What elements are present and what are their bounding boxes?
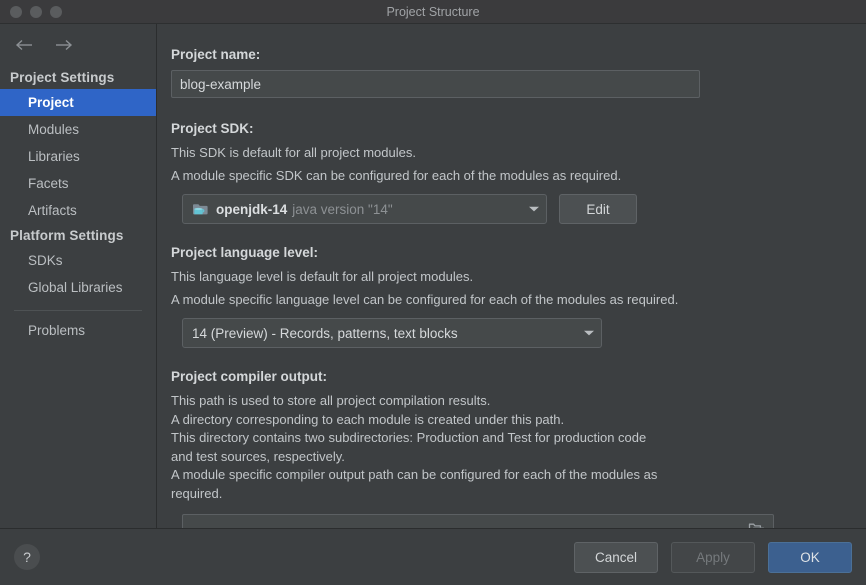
settings-sidebar: Project Settings Project Modules Librari… xyxy=(0,24,157,528)
compiler-output-desc-2: A directory corresponding to each module… xyxy=(171,411,771,430)
open-folder-icon[interactable] xyxy=(748,521,765,528)
compiler-output-input[interactable] xyxy=(182,514,774,528)
sidebar-item-libraries[interactable]: Libraries xyxy=(0,143,156,170)
project-sdk-desc-2: A module specific SDK can be configured … xyxy=(171,167,771,186)
apply-button[interactable]: Apply xyxy=(671,542,755,573)
compiler-output-desc-1: This path is used to store all project c… xyxy=(171,392,771,411)
back-arrow-icon[interactable] xyxy=(14,34,36,56)
sidebar-item-project[interactable]: Project xyxy=(0,89,156,116)
language-level-desc-2: A module specific language level can be … xyxy=(171,291,771,310)
minimize-button[interactable] xyxy=(30,6,42,18)
project-sdk-desc-1: This SDK is default for all project modu… xyxy=(171,144,771,163)
sidebar-item-modules[interactable]: Modules xyxy=(0,116,156,143)
language-level-dropdown[interactable]: 14 (Preview) - Records, patterns, text b… xyxy=(182,318,602,348)
chevron-down-icon[interactable] xyxy=(573,329,595,337)
project-sdk-version: java version "14" xyxy=(292,202,392,217)
window-controls xyxy=(0,6,62,18)
maximize-button[interactable] xyxy=(50,6,62,18)
project-structure-dialog: Project Structure Project xyxy=(0,0,866,585)
navigation-buttons xyxy=(0,28,156,66)
project-sdk-dropdown[interactable]: openjdk-14 java version "14" xyxy=(182,194,547,224)
sidebar-item-problems[interactable]: Problems xyxy=(0,317,156,344)
dialog-body: Project Settings Project Modules Librari… xyxy=(0,24,866,528)
language-level-label: Project language level: xyxy=(171,244,866,262)
project-sdk-name: openjdk-14 xyxy=(216,202,287,217)
sidebar-item-artifacts[interactable]: Artifacts xyxy=(0,197,156,224)
sidebar-group-platform-settings: Platform Settings xyxy=(0,224,156,247)
edit-sdk-button[interactable]: Edit xyxy=(559,194,637,224)
language-level-row: 14 (Preview) - Records, patterns, text b… xyxy=(182,318,866,348)
jdk-folder-icon xyxy=(192,202,209,217)
project-sdk-row: openjdk-14 java version "14" Edit xyxy=(182,194,866,224)
cancel-button[interactable]: Cancel xyxy=(574,542,658,573)
sidebar-item-sdks[interactable]: SDKs xyxy=(0,247,156,274)
compiler-output-desc-4: and test sources, respectively. xyxy=(171,448,771,467)
window-title: Project Structure xyxy=(0,5,866,19)
compiler-output-desc-6: required. xyxy=(171,485,771,504)
compiler-output-label: Project compiler output: xyxy=(171,368,866,386)
footer-buttons: Cancel Apply OK xyxy=(574,542,852,573)
compiler-output-desc-5: A module specific compiler output path c… xyxy=(171,466,771,485)
sidebar-group-project-settings: Project Settings xyxy=(0,66,156,89)
help-button[interactable]: ? xyxy=(14,544,40,570)
sidebar-item-global-libraries[interactable]: Global Libraries xyxy=(0,274,156,301)
close-button[interactable] xyxy=(10,6,22,18)
language-level-value: 14 (Preview) - Records, patterns, text b… xyxy=(192,326,458,341)
chevron-down-icon[interactable] xyxy=(518,205,540,213)
project-sdk-label: Project SDK: xyxy=(171,120,866,138)
compiler-output-desc-3: This directory contains two subdirectori… xyxy=(171,429,771,448)
title-bar: Project Structure xyxy=(0,0,866,24)
project-name-value: blog-example xyxy=(180,77,261,92)
project-name-label: Project name: xyxy=(171,46,866,64)
language-level-desc-1: This language level is default for all p… xyxy=(171,268,771,287)
sidebar-divider xyxy=(14,310,142,311)
project-name-input[interactable]: blog-example xyxy=(171,70,700,98)
sidebar-item-facets[interactable]: Facets xyxy=(0,170,156,197)
dialog-footer: ? Cancel Apply OK xyxy=(0,528,866,585)
ok-button[interactable]: OK xyxy=(768,542,852,573)
forward-arrow-icon[interactable] xyxy=(52,34,74,56)
settings-content-panel: Project name: blog-example Project SDK: … xyxy=(157,24,866,528)
